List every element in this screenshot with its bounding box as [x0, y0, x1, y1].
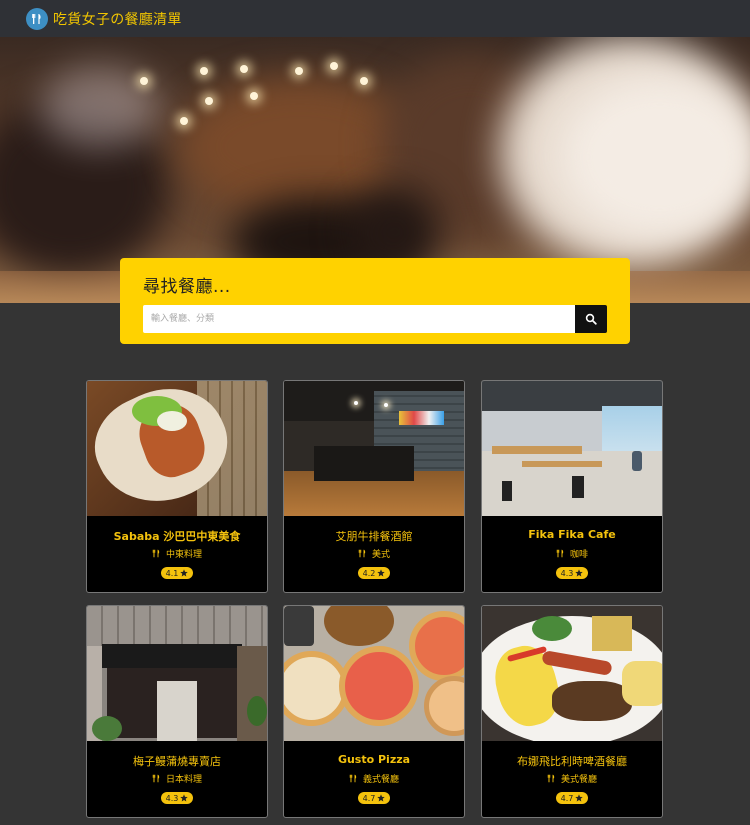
- restaurant-photo[interactable]: [87, 381, 267, 516]
- category-label: 日本料理: [165, 774, 202, 785]
- restaurant-photo[interactable]: [284, 606, 464, 741]
- rating-value: 4.1: [165, 568, 179, 578]
- restaurant-card[interactable]: Sababa 沙巴巴中東美食 中東料理 4.1: [86, 380, 268, 593]
- rating-badge: 4.2: [357, 567, 391, 579]
- search-row: [143, 305, 607, 333]
- search-panel: 尋找餐廳...: [120, 258, 630, 344]
- search-button[interactable]: [575, 305, 607, 333]
- restaurant-photo[interactable]: [482, 606, 662, 741]
- restaurant-category: 美式餐廳: [482, 772, 662, 785]
- navbar: 吃貨女子の餐廳清單: [0, 0, 750, 37]
- utensils-icon: [547, 774, 555, 782]
- rating-value: 4.3: [560, 568, 574, 578]
- rating-badge: 4.3: [160, 792, 194, 804]
- rating-badge: 4.3: [555, 567, 589, 579]
- restaurant-name: Gusto Pizza: [337, 753, 411, 766]
- category-label: 中東料理: [165, 549, 202, 560]
- restaurant-photo[interactable]: [87, 606, 267, 741]
- rating-value: 4.2: [362, 568, 376, 578]
- search-icon: [585, 313, 597, 325]
- utensils-icon: [556, 549, 564, 557]
- category-label: 美式: [371, 549, 390, 560]
- restaurant-category: 日本料理: [87, 772, 267, 785]
- rating-value: 4.7: [560, 793, 574, 803]
- utensils-icon: [152, 549, 160, 557]
- star-icon: [575, 569, 584, 577]
- utensils-icon: [349, 774, 357, 782]
- star-icon: [377, 569, 386, 577]
- restaurant-category: 義式餐廳: [284, 772, 464, 785]
- restaurant-card[interactable]: Gusto Pizza 義式餐廳 4.7: [283, 605, 465, 818]
- app-title[interactable]: 吃貨女子の餐廳清單: [53, 9, 182, 29]
- utensils-icon: [152, 774, 160, 782]
- restaurant-photo[interactable]: [482, 381, 662, 516]
- rating-badge: 4.7: [357, 792, 391, 804]
- rating-badge: 4.1: [160, 567, 194, 579]
- rating-value: 4.3: [165, 793, 179, 803]
- category-label: 咖啡: [569, 549, 588, 560]
- restaurant-name: 布娜飛比利時啤酒餐廳: [517, 755, 627, 768]
- star-icon: [180, 569, 189, 577]
- restaurant-name: 梅子鰻蒲燒專賣店: [133, 755, 221, 768]
- utensils-icon: [358, 549, 366, 557]
- rating-badge: 4.7: [555, 792, 589, 804]
- restaurant-card[interactable]: 艾朋牛排餐酒館 美式 4.2: [283, 380, 465, 593]
- restaurant-name: Sababa 沙巴巴中東美食: [113, 530, 241, 543]
- restaurant-category: 美式: [284, 547, 464, 560]
- restaurant-photo[interactable]: [284, 381, 464, 516]
- restaurant-card[interactable]: Fika Fika Cafe 咖啡 4.3: [481, 380, 663, 593]
- restaurant-name: Fika Fika Cafe: [528, 528, 616, 541]
- category-label: 義式餐廳: [362, 774, 399, 785]
- restaurant-name: 艾朋牛排餐酒館: [335, 530, 413, 543]
- utensils-icon[interactable]: [26, 7, 48, 30]
- rating-value: 4.7: [362, 793, 376, 803]
- star-icon: [575, 794, 584, 802]
- category-label: 美式餐廳: [560, 774, 597, 785]
- search-input[interactable]: [143, 305, 575, 333]
- star-icon: [377, 794, 386, 802]
- search-title: 尋找餐廳...: [143, 277, 231, 297]
- star-icon: [180, 794, 189, 802]
- restaurant-card[interactable]: 布娜飛比利時啤酒餐廳 美式餐廳 4.7: [481, 605, 663, 818]
- restaurant-card[interactable]: 梅子鰻蒲燒專賣店 日本料理 4.3: [86, 605, 268, 818]
- restaurant-category: 咖啡: [482, 547, 662, 560]
- restaurant-category: 中東料理: [87, 547, 267, 560]
